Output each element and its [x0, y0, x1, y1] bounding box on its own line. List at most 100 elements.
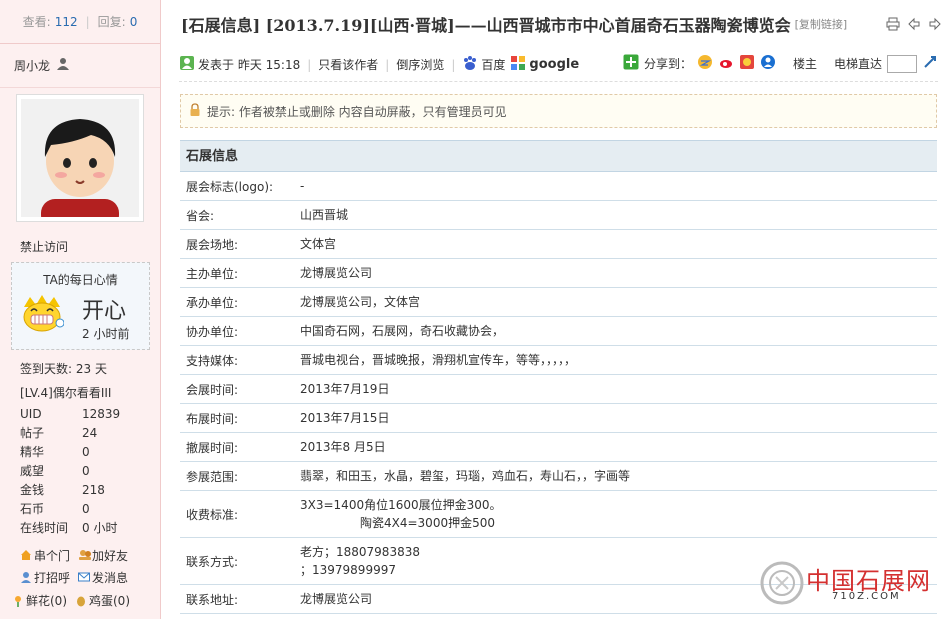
field-value: 山西晋城 [300, 208, 349, 222]
table-row: 参展范围: 翡翠，和田玉，水晶，碧玺，玛瑙，鸡血石，寿山石，，字画等 [180, 462, 937, 491]
post-time: 发表于 昨天 15:18 [198, 58, 301, 72]
author-sidebar: 查看: 112 | 回复: 0 周小龙 禁止访问 TA的每日心情 开心 2 小时… [0, 0, 161, 619]
next-thread-icon[interactable] [928, 17, 942, 34]
field-label: 支持媒体: [186, 353, 239, 368]
author-name[interactable]: 周小龙 [14, 57, 50, 74]
field-value: - [300, 179, 305, 193]
profile-row: UID 12839 [20, 405, 150, 424]
visit-button[interactable]: 串个门 [20, 547, 70, 564]
profile-key: UID [20, 407, 42, 421]
add-friend-label: 加好友 [92, 548, 129, 563]
profile-value[interactable]: 0 [82, 443, 90, 462]
field-label: 联系方式: [186, 554, 239, 569]
table-row: 撤展时间: 2013年8 月5日 [180, 433, 937, 462]
print-icon[interactable] [886, 17, 900, 34]
field-value: 3X3=1400角位1600展位押金300。 陶瓷4X4=3000押金500 [300, 496, 937, 532]
plus-icon[interactable] [623, 54, 639, 73]
floor-jump-input[interactable] [887, 54, 917, 73]
user-level[interactable]: [LV.4]偶尔看看III [20, 384, 111, 401]
profile-value: 0 小时 [82, 521, 118, 535]
people-share-icon[interactable] [760, 54, 776, 73]
google-search-link[interactable]: google [529, 57, 579, 72]
action-row: 串个门 加好友 [20, 544, 160, 566]
site-logo-icon [760, 561, 804, 608]
field-label: 收费标准: [186, 507, 239, 522]
user-status-icon[interactable] [56, 57, 70, 74]
baidu-icon [462, 55, 478, 74]
flower-count: 鲜花(0) [26, 594, 67, 608]
flower-button[interactable]: 鲜花(0) [12, 592, 67, 609]
profile-row: 金钱 218 [20, 481, 150, 500]
field-value: 文体宫 [300, 237, 337, 251]
field-label: 联系地址: [186, 592, 239, 607]
field-value: 中国奇石网，石展网，奇石收藏协会， [300, 324, 505, 338]
field-value: 翡翠，和田玉，水晶，碧玺，玛瑙，鸡血石，寿山石，，字画等 [300, 469, 631, 483]
table-row: 省会: 山西晋城 [180, 201, 937, 230]
envelope-icon [78, 571, 91, 583]
sign-in-days: 签到天数: 23 天 [20, 362, 107, 376]
profile-value[interactable]: 24 [82, 424, 97, 443]
fee-line-2: 陶瓷4X4=3000押金500 [360, 516, 495, 530]
avatar[interactable] [16, 94, 144, 222]
replies-label: 回复: [97, 15, 126, 29]
reverse-order-link[interactable]: 倒序浏览 [396, 56, 444, 73]
profile-row: 威望 0 [20, 462, 150, 481]
jump-go-icon[interactable] [922, 54, 938, 73]
egg-count: 鸡蛋(0) [89, 594, 130, 608]
prev-thread-icon[interactable] [907, 17, 921, 34]
post-meta-bar: 发表于 昨天 15:18 | 只看该作者 | 倒序浏览 | 百度 google … [179, 48, 938, 82]
gifts-row: 鲜花(0) 鸡蛋(0) [12, 592, 130, 609]
profile-value: 0 [82, 502, 90, 516]
action-row: 打招呼 发消息 [20, 566, 160, 588]
title-tools [886, 17, 942, 34]
visit-label: 串个门 [34, 548, 71, 563]
qzone-share-icon[interactable] [697, 54, 713, 73]
field-value: 2013年7月15日 [300, 411, 390, 425]
field-label: 参展范围: [186, 469, 239, 484]
profile-row: 在线时间 0 小时 [20, 519, 150, 538]
online-icon [179, 55, 195, 74]
jump-label: 电梯直达 [833, 57, 882, 71]
meta-divider: | [451, 57, 456, 72]
greet-button[interactable]: 打招呼 [20, 569, 70, 586]
mood-title: TA的每日心情 [43, 273, 118, 287]
author-only-link[interactable]: 只看该作者 [318, 56, 378, 73]
table-row: 协办单位: 中国奇石网，石展网，奇石收藏协会， [180, 317, 937, 346]
profile-key: 帖子 [20, 426, 45, 440]
profile-value[interactable]: 12839 [82, 405, 120, 424]
site-watermark: 中国石展网 710Z.COM [754, 559, 938, 609]
send-message-label: 发消息 [92, 570, 129, 585]
field-value: 晋城电视台，晋城晚报，滑翔机宣传车，等等，，，，， [300, 353, 577, 367]
send-message-button[interactable]: 发消息 [78, 569, 128, 586]
profile-row: 石币 0 [20, 500, 150, 519]
flower-icon [12, 595, 24, 607]
renren-share-icon[interactable] [739, 54, 755, 73]
blocked-notice: 提示: 作者被禁止或删除 内容自动屏蔽，只有管理员可见 [180, 94, 937, 128]
table-row: 承办单位: 龙博展览公司，文体宫 [180, 288, 937, 317]
profile-key: 威望 [20, 464, 45, 478]
copy-link-button[interactable]: [复制链接] [795, 16, 848, 32]
field-label: 展会场地: [186, 237, 239, 252]
happy-face-icon [20, 293, 65, 333]
profile-value: 218 [82, 483, 105, 497]
add-friend-button[interactable]: 加好友 [78, 547, 128, 564]
field-value: 龙博展览公司，文体宫 [300, 295, 421, 309]
google-icon [510, 55, 526, 74]
lock-icon [189, 102, 201, 120]
watermark-url: 710Z.COM [832, 591, 901, 602]
profile-key: 精华 [20, 445, 45, 459]
weibo-share-icon[interactable] [718, 54, 734, 73]
meta-divider: | [307, 57, 312, 72]
floor-label: 楼主 [792, 57, 817, 71]
mood-word: 开心 [82, 299, 127, 324]
egg-button[interactable]: 鸡蛋(0) [75, 592, 130, 609]
thread-stats: 查看: 112 | 回复: 0 [0, 0, 160, 44]
notice-text: 提示: 作者被禁止或删除 内容自动屏蔽，只有管理员可见 [207, 104, 507, 119]
mood-time: 2 小时前 [82, 327, 130, 341]
baidu-search-link[interactable]: 百度 [481, 56, 505, 73]
add-friend-icon [78, 549, 92, 561]
table-row: 展会场地: 文体宫 [180, 230, 937, 259]
field-value: 2013年8 月5日 [300, 440, 386, 454]
field-label: 省会: [186, 208, 215, 223]
field-label: 协办单位: [186, 324, 239, 339]
